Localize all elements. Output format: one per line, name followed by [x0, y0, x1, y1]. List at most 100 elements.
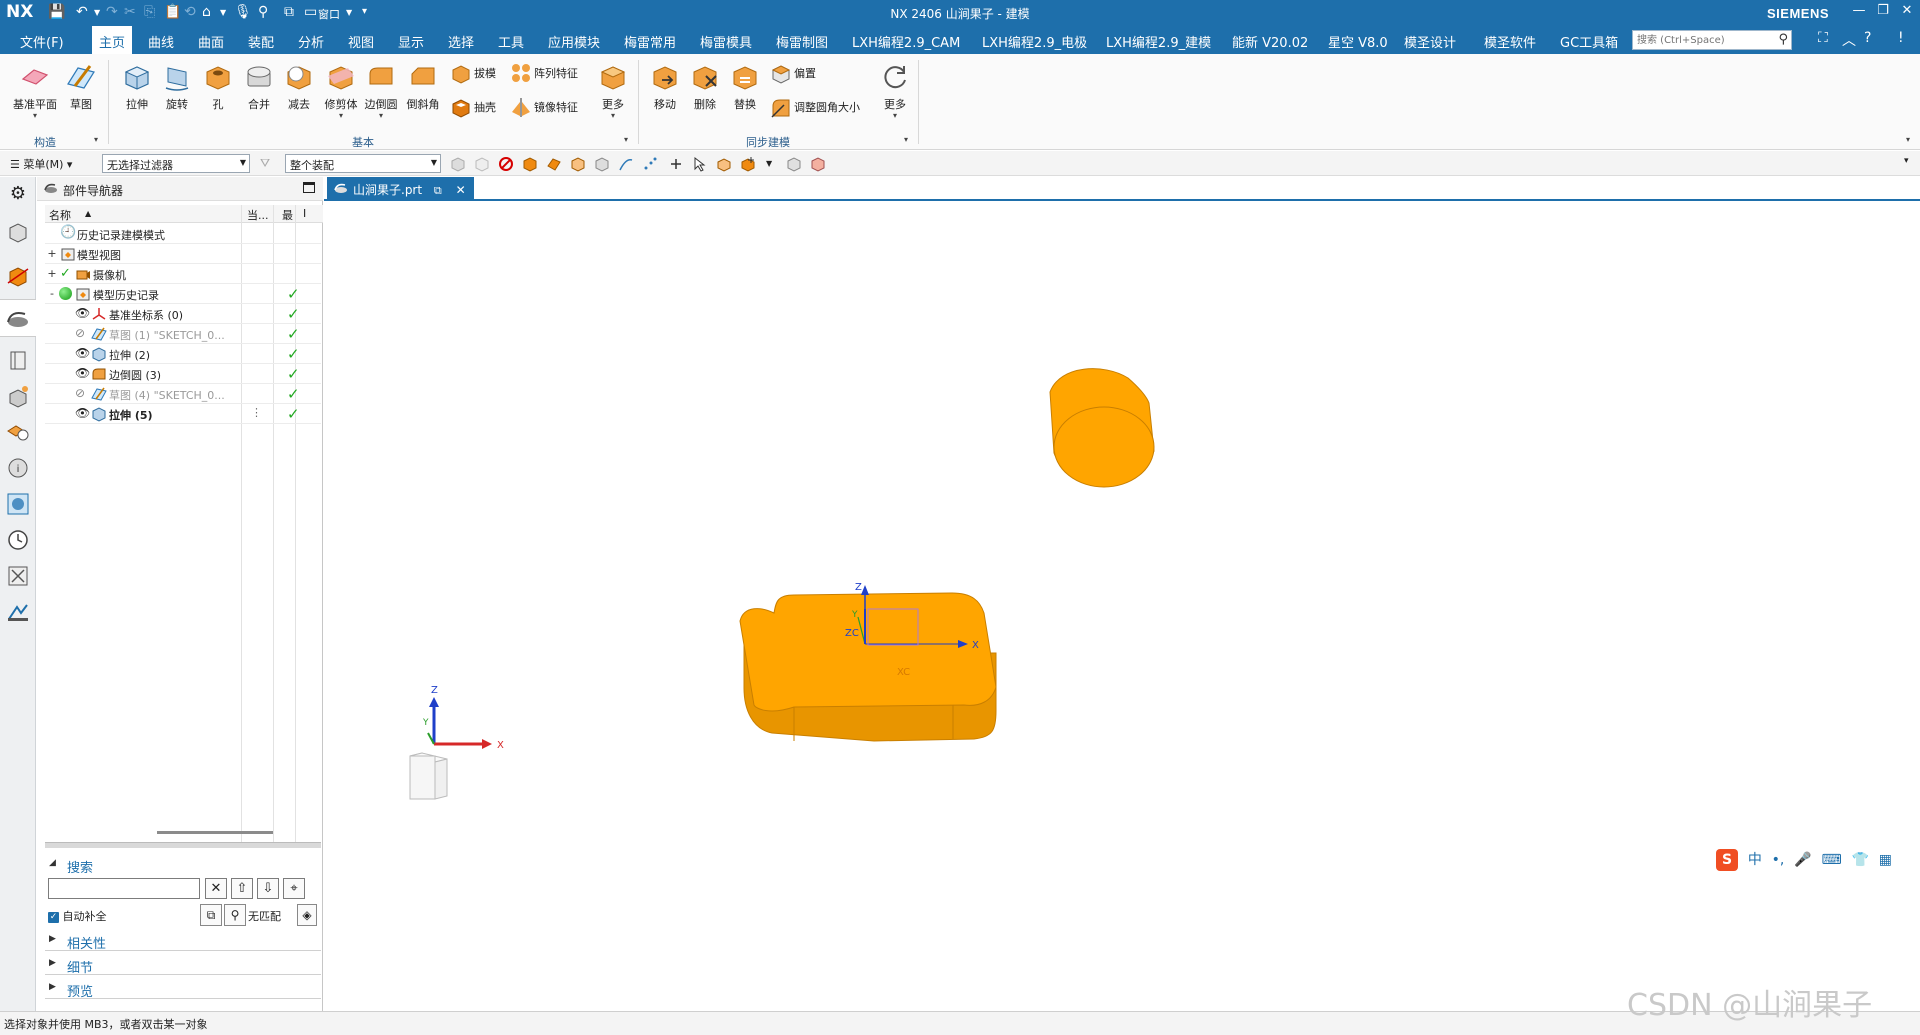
select-feature-icon[interactable]	[570, 156, 586, 172]
system-materials-icon[interactable]	[5, 491, 31, 517]
chamfer-button[interactable]: 倒斜角	[402, 62, 444, 112]
switch-window-icon[interactable]: ⧉	[284, 4, 294, 20]
collapse-ribbon-icon[interactable]: ︿	[1842, 30, 1856, 50]
customize-qa-icon[interactable]: ▾	[362, 6, 367, 17]
constraint-navigator-icon[interactable]	[5, 263, 31, 289]
full-screen-icon[interactable]: ⛶	[1818, 30, 1828, 46]
copy-icon[interactable]: ⎘	[144, 4, 155, 20]
ime-chinese-mode[interactable]: 中	[1748, 852, 1762, 868]
part-navigator-tab[interactable]	[0, 299, 36, 337]
details-section-header[interactable]: ▶ 细节	[45, 955, 321, 976]
settings-icon[interactable]: ⚙	[5, 183, 31, 209]
ribbon-options-caret-icon[interactable]: ▾	[1906, 135, 1910, 144]
search-previous-icon[interactable]: ⇧	[231, 878, 253, 899]
menu-lxh-modeling[interactable]: LXH编程2.9_建模	[1106, 32, 1211, 51]
help-icon[interactable]: ?	[1864, 30, 1871, 46]
select-face-icon[interactable]	[546, 156, 562, 172]
checkbox-checked-icon[interactable]: ✓	[48, 911, 59, 923]
select-body-icon[interactable]	[522, 156, 538, 172]
pattern-feature-button[interactable]: 阵列特征	[510, 62, 578, 86]
shell-button[interactable]: 抽壳	[450, 96, 496, 120]
mirror-feature-button[interactable]: 镜像特征	[510, 96, 578, 120]
arrow-select-icon[interactable]	[692, 156, 708, 172]
delete-face-button[interactable]: 删除	[684, 62, 726, 112]
datum-plane-button[interactable]: 基准平面 ▾	[12, 62, 58, 120]
microphone-icon[interactable]: 🎙	[234, 4, 252, 20]
select-curve-icon[interactable]	[618, 156, 634, 172]
window-menu-icon[interactable]: ▭	[304, 4, 317, 20]
search-options-icon[interactable]: ⧉	[200, 904, 222, 926]
column-extra-header[interactable]: I	[303, 207, 306, 220]
roles-icon[interactable]	[5, 599, 31, 625]
graphics-viewport[interactable]: Z ZC Y XC X Z Y X	[324, 203, 1920, 1011]
expand-icon[interactable]: +	[47, 267, 57, 280]
menu-select[interactable]: 选择	[448, 32, 474, 51]
tree-row-datum-csys[interactable]: 👁 基准坐标系 (0) ✓	[45, 304, 321, 324]
menu-analysis[interactable]: 分析	[298, 32, 324, 51]
menu-view[interactable]: 视图	[348, 32, 374, 51]
tree-row-cameras[interactable]: + ✓ 摄像机	[45, 264, 321, 284]
sogou-ime-icon[interactable]: S	[1716, 849, 1738, 871]
menu-meilei-mold[interactable]: 梅雷模具	[700, 32, 752, 51]
selbar-options-caret-icon[interactable]: ▾	[1904, 156, 1920, 172]
restore-icon[interactable]: ❐	[1872, 3, 1894, 23]
selection-scope-dropdown[interactable]: 整个装配 ▼	[285, 154, 441, 173]
column-current-header[interactable]: 当...	[247, 207, 269, 223]
wave-link-icon[interactable]	[810, 156, 826, 172]
tree-row-sketch-1[interactable]: ⊘ 草图 (1) "SKETCH_0... ✓	[45, 324, 321, 344]
command-finder-icon[interactable]: ⚲	[258, 4, 268, 20]
group-basic-caret-icon[interactable]: ▾	[624, 135, 628, 144]
sketch-button[interactable]: 草图	[60, 62, 102, 112]
paste-icon[interactable]: 📋	[164, 4, 181, 20]
subtract-button[interactable]: 减去	[278, 62, 320, 112]
collapse-icon[interactable]: -	[47, 287, 57, 300]
autofill-checkbox[interactable]: ✓ 自动补全	[48, 908, 107, 924]
process-studio-icon[interactable]	[5, 563, 31, 589]
main-menu-button[interactable]: ☰ 菜单(M) ▾	[10, 156, 72, 172]
menu-file[interactable]: 文件(F)	[20, 32, 64, 51]
search-highlight-icon[interactable]: ◈	[297, 904, 317, 926]
minimize-icon[interactable]: —	[1848, 3, 1870, 23]
tree-row-sketch-4[interactable]: ⊘ 草图 (4) "SKETCH_0... ✓	[45, 384, 321, 404]
cut-icon[interactable]: ✂	[124, 4, 136, 20]
menu-applications[interactable]: 应用模块	[548, 32, 600, 51]
revolve-button[interactable]: 旋转	[156, 62, 198, 112]
visibility-eye-icon[interactable]: 👁	[75, 406, 91, 422]
move-face-button[interactable]: 移动	[644, 62, 686, 112]
extrude-button[interactable]: 拉伸	[116, 62, 158, 112]
touch-mode-dropdown-icon[interactable]: ▼	[220, 8, 226, 17]
touch-mode-icon[interactable]: ⌂	[202, 4, 211, 20]
menu-tools[interactable]: 工具	[498, 32, 524, 51]
horizontal-scrollbar[interactable]	[157, 831, 273, 834]
tree-row-model-history[interactable]: - 模型历史记录 ✓	[45, 284, 321, 304]
menu-nengxin[interactable]: 能新 V20.02	[1232, 32, 1308, 51]
navigator-search-input[interactable]	[48, 878, 200, 899]
column-latest-header[interactable]: 最	[282, 207, 293, 223]
undo-icon[interactable]: ↶	[76, 4, 88, 20]
hd3d-tools-icon[interactable]	[5, 383, 31, 409]
menu-display[interactable]: 显示	[398, 32, 424, 51]
menu-gc-toolbox[interactable]: GC工具箱	[1560, 32, 1618, 51]
assembly-navigator-icon[interactable]	[5, 219, 31, 245]
deselect-icon[interactable]	[474, 156, 490, 172]
redo-icon[interactable]: ↷	[106, 4, 118, 20]
ime-toolbox-icon[interactable]: ▦	[1879, 852, 1892, 868]
offset-region-button[interactable]: 偏置	[770, 62, 816, 86]
tree-row-model-views[interactable]: + 模型视图	[45, 244, 321, 264]
clear-search-icon[interactable]: ✕	[205, 878, 227, 899]
select-component-icon[interactable]	[716, 156, 732, 172]
visibility-eye-icon[interactable]: 👁	[75, 346, 91, 362]
sort-ascending-icon[interactable]: ▲	[85, 209, 91, 218]
draft-button[interactable]: 拔模	[450, 62, 496, 86]
document-tab[interactable]: 山涧果子.prt ⧉ ✕	[327, 177, 474, 199]
menu-lxh-electrode[interactable]: LXH编程2.9_电极	[982, 32, 1087, 51]
add-component-icon[interactable]	[740, 156, 756, 172]
search-icon[interactable]: ⚲	[1778, 32, 1788, 47]
hidden-eye-icon[interactable]: ⊘	[75, 326, 91, 342]
panel-splitter[interactable]	[45, 842, 321, 848]
ime-punctuation-icon[interactable]: •,	[1772, 852, 1785, 868]
replace-face-button[interactable]: 替换	[724, 62, 766, 112]
more-sync-button[interactable]: 更多 ▾	[874, 62, 916, 120]
more-basic-button[interactable]: 更多 ▾	[592, 62, 634, 120]
hole-button[interactable]: 孔	[197, 62, 239, 112]
